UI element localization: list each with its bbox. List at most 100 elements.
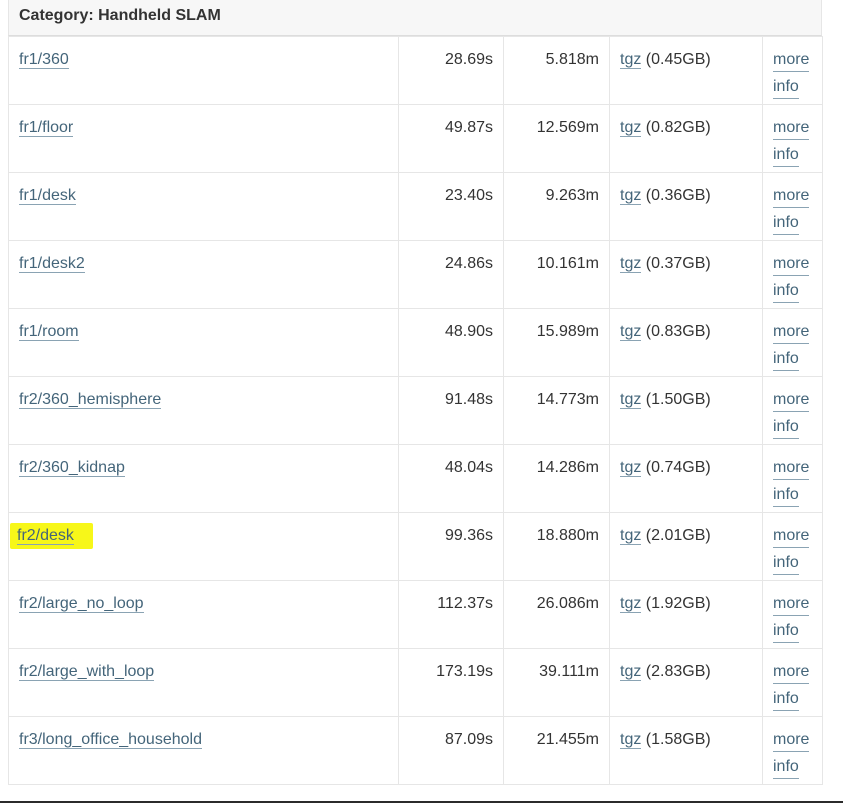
- sequence-name-cell: fr1/desk2: [8, 240, 399, 309]
- more-info-cell: more info: [762, 580, 823, 649]
- sequence-link[interactable]: fr1/desk2: [19, 255, 85, 273]
- sequence-link[interactable]: fr3/long_office_household: [19, 731, 202, 749]
- more-info-cell: more info: [762, 172, 823, 241]
- more-info-link-info[interactable]: info: [773, 212, 799, 235]
- sequence-name-cell: fr1/floor: [8, 104, 399, 173]
- more-info-link-more[interactable]: more: [773, 593, 810, 616]
- tgz-download-link[interactable]: tgz: [620, 527, 642, 545]
- sequence-name-cell: fr2/large_no_loop: [8, 580, 399, 649]
- file-size: (0.82GB): [645, 119, 711, 136]
- highlight-marker: fr1/room: [19, 323, 79, 341]
- length-value: 26.086m: [536, 595, 599, 612]
- more-info-link-more[interactable]: more: [773, 321, 810, 344]
- duration-value: 49.87s: [444, 119, 493, 136]
- more-info-cell: more info: [762, 648, 823, 717]
- tgz-download-link[interactable]: tgz: [620, 51, 642, 69]
- tgz-download-link[interactable]: tgz: [620, 255, 642, 273]
- more-info-link-more[interactable]: more: [773, 729, 810, 752]
- more-info-link-info[interactable]: info: [773, 620, 799, 643]
- more-info-link-info[interactable]: info: [773, 416, 799, 439]
- sequence-link[interactable]: fr1/floor: [19, 119, 74, 137]
- table-row: fr2/360_kidnap 48.04s 14.286m tgz (0.74G…: [8, 444, 823, 513]
- sequence-link[interactable]: fr2/desk: [17, 527, 74, 545]
- highlight-marker: fr1/desk: [19, 187, 76, 205]
- length-cell: 12.569m: [503, 104, 610, 173]
- more-info-link-info[interactable]: info: [773, 348, 799, 371]
- download-cell: tgz (0.36GB): [609, 172, 763, 241]
- sequence-link[interactable]: fr2/large_no_loop: [19, 595, 144, 613]
- more-info-link-more[interactable]: more: [773, 253, 810, 276]
- duration-cell: 23.40s: [398, 172, 504, 241]
- download-cell: tgz (2.83GB): [609, 648, 763, 717]
- more-info-link-info[interactable]: info: [773, 688, 799, 711]
- tgz-download-link[interactable]: tgz: [620, 459, 642, 477]
- highlight-marker: fr2/large_with_loop: [19, 663, 155, 681]
- more-info-link-more[interactable]: more: [773, 185, 810, 208]
- sequence-link[interactable]: fr1/room: [19, 323, 79, 341]
- sequence-link[interactable]: fr1/desk: [19, 187, 76, 205]
- length-value: 21.455m: [536, 731, 599, 748]
- sequence-link[interactable]: fr2/360_hemisphere: [19, 391, 162, 409]
- tgz-download-link[interactable]: tgz: [620, 731, 642, 749]
- tgz-download-link[interactable]: tgz: [620, 391, 642, 409]
- length-cell: 10.161m: [503, 240, 610, 309]
- sequence-name-cell: fr2/large_with_loop: [8, 648, 399, 717]
- length-value: 15.989m: [536, 323, 599, 340]
- dataset-table-container: Category: Handheld SLAM fr1/360 28.69s 5…: [8, 0, 823, 785]
- duration-cell: 87.09s: [398, 716, 504, 785]
- more-info-link-info[interactable]: info: [773, 76, 799, 99]
- length-cell: 14.286m: [503, 444, 610, 513]
- more-info-cell: more info: [762, 240, 823, 309]
- duration-cell: 48.04s: [398, 444, 504, 513]
- tgz-download-link[interactable]: tgz: [620, 187, 642, 205]
- more-info-link-more[interactable]: more: [773, 661, 810, 684]
- sequence-name-cell: fr2/360_kidnap: [8, 444, 399, 513]
- file-size: (1.50GB): [645, 391, 711, 408]
- duration-value: 87.09s: [444, 731, 493, 748]
- duration-cell: 173.19s: [398, 648, 504, 717]
- length-value: 18.880m: [536, 527, 599, 544]
- download-cell: tgz (1.58GB): [609, 716, 763, 785]
- more-info-link-more[interactable]: more: [773, 389, 810, 412]
- more-info-link-more[interactable]: more: [773, 457, 810, 480]
- download-cell: tgz (1.92GB): [609, 580, 763, 649]
- sequence-name-cell: fr2/360_hemisphere: [8, 376, 399, 445]
- tgz-download-link[interactable]: tgz: [620, 323, 642, 341]
- more-info-cell: more info: [762, 376, 823, 445]
- more-info-link-info[interactable]: info: [773, 144, 799, 167]
- sequence-link[interactable]: fr2/large_with_loop: [19, 663, 155, 681]
- tgz-download-link[interactable]: tgz: [620, 119, 642, 137]
- table-row: fr1/desk2 24.86s 10.161m tgz (0.37GB) mo…: [8, 240, 823, 309]
- length-value: 10.161m: [536, 255, 599, 272]
- duration-cell: 91.48s: [398, 376, 504, 445]
- more-info-cell: more info: [762, 444, 823, 513]
- more-info-link-more[interactable]: more: [773, 49, 810, 72]
- more-info-link-info[interactable]: info: [773, 484, 799, 507]
- tgz-download-link[interactable]: tgz: [620, 663, 642, 681]
- tgz-download-link[interactable]: tgz: [620, 595, 642, 613]
- sequence-name-cell: fr3/long_office_household: [8, 716, 399, 785]
- more-info-link-more[interactable]: more: [773, 117, 810, 140]
- duration-value: 112.37s: [437, 595, 493, 612]
- dataset-rows: fr1/360 28.69s 5.818m tgz (0.45GB) more i…: [8, 36, 823, 785]
- more-info-link-info[interactable]: info: [773, 280, 799, 303]
- duration-cell: 24.86s: [398, 240, 504, 309]
- sequence-link[interactable]: fr2/360_kidnap: [19, 459, 125, 477]
- more-info-cell: more info: [762, 36, 823, 105]
- length-cell: 9.263m: [503, 172, 610, 241]
- duration-cell: 48.90s: [398, 308, 504, 377]
- length-cell: 18.880m: [503, 512, 610, 581]
- file-size: (1.92GB): [645, 595, 711, 612]
- duration-value: 48.90s: [444, 323, 493, 340]
- length-value: 5.818m: [545, 51, 599, 68]
- duration-value: 24.86s: [444, 255, 493, 272]
- highlight-marker: fr3/long_office_household: [19, 731, 202, 749]
- table-row: fr2/large_with_loop 173.19s 39.111m tgz …: [8, 648, 823, 717]
- more-info-link-info[interactable]: info: [773, 756, 799, 779]
- more-info-link-info[interactable]: info: [773, 552, 799, 575]
- duration-cell: 112.37s: [398, 580, 504, 649]
- more-info-link-more[interactable]: more: [773, 525, 810, 548]
- sequence-link[interactable]: fr1/360: [19, 51, 69, 69]
- more-info-cell: more info: [762, 716, 823, 785]
- file-size: (0.83GB): [645, 323, 711, 340]
